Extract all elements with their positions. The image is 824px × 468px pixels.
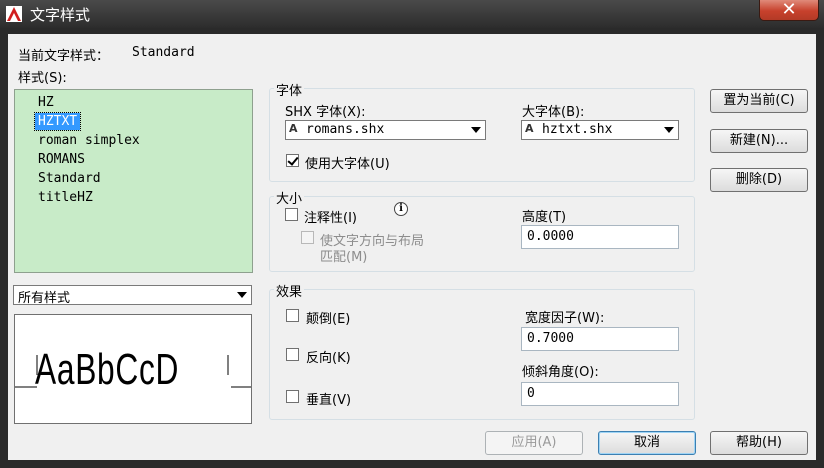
style-filter-dropdown[interactable]: 所有样式 [13,285,252,306]
use-big-font-label: 使用大字体(U) [305,157,390,172]
style-item-standard[interactable]: Standard [35,170,104,187]
shx-font-label: SHX 字体(X): [285,105,366,120]
use-big-font-checkbox[interactable] [286,154,299,167]
text-style-dialog: 文字样式 ✕ 当前文字样式： Standard 样式(S): HZ HZTXT … [0,0,824,468]
shx-font-dropdown[interactable]: A romans.shx [285,120,486,140]
current-style-value: Standard [132,45,195,60]
annotative-checkbox[interactable] [285,208,298,221]
big-font-dropdown[interactable]: A hztxt.shx [521,120,679,140]
width-factor-label: 宽度因子(W): [525,311,605,326]
new-style-button[interactable]: 新建(N)... [710,129,808,153]
cancel-button[interactable]: 取消 [598,431,696,455]
annotative-label: 注释性(I) [304,211,357,226]
style-item-titlehz[interactable]: titleHZ [35,189,96,206]
size-group-label: 大小 [274,188,305,207]
backwards-label: 反向(K) [306,351,351,366]
style-filter-value: 所有样式 [18,291,71,306]
height-input[interactable]: 0.0000 [521,225,679,249]
dialog-body: 当前文字样式： Standard 样式(S): HZ HZTXT roman s… [8,34,816,460]
style-list[interactable]: HZ HZTXT roman simplex ROMANS Standard t… [14,89,253,273]
current-style-label: 当前文字样式： [18,49,110,64]
oblique-angle-label: 倾斜角度(O): [522,365,599,380]
upside-down-label: 颠倒(E) [306,312,351,327]
preview-pane: AaBbCcD [14,314,252,424]
style-item-hz[interactable]: HZ [35,94,57,111]
close-icon: ✕ [781,0,797,20]
height-label: 高度(T) [522,210,567,225]
oblique-angle-input[interactable]: 0 [521,382,679,406]
chevron-down-icon [471,127,481,133]
style-item-romans[interactable]: ROMANS [35,151,88,168]
width-factor-input[interactable]: 0.7000 [521,327,679,351]
style-item-hztxt[interactable]: HZTXT [33,112,82,131]
set-current-button[interactable]: 置为当前(C) [710,89,808,113]
upside-down-checkbox[interactable] [286,309,299,322]
vertical-checkbox[interactable] [286,390,299,403]
backwards-checkbox[interactable] [286,348,299,361]
match-layout-label-line2: 匹配(M) [320,250,368,265]
styles-label: 样式(S): [18,71,67,86]
delete-style-button[interactable]: 删除(D) [710,168,808,192]
apply-button[interactable]: 应用(A) [485,431,583,455]
window-title: 文字样式 [30,6,91,24]
style-item-roman-simplex[interactable]: roman simplex [35,132,143,149]
match-layout-orientation-checkbox[interactable] [301,231,314,244]
help-button[interactable]: 帮助(H) [710,431,808,455]
close-button[interactable]: ✕ [759,0,819,21]
font-group-label: 字体 [274,80,305,99]
shx-font-value: romans.shx [306,122,385,137]
info-icon[interactable]: i [394,202,408,216]
effects-group-label: 效果 [274,281,305,300]
autocad-app-icon [6,6,22,22]
preview-text: AaBbCcD [35,345,180,394]
big-font-label: 大字体(B): [522,105,585,120]
big-font-icon: A [525,122,534,135]
chevron-down-icon [664,127,674,133]
vertical-label: 垂直(V) [306,393,352,408]
chevron-down-icon [237,292,247,298]
title-bar[interactable]: 文字样式 ✕ [0,0,824,28]
big-font-value: hztxt.shx [542,122,613,137]
shx-font-icon: A [289,122,298,135]
